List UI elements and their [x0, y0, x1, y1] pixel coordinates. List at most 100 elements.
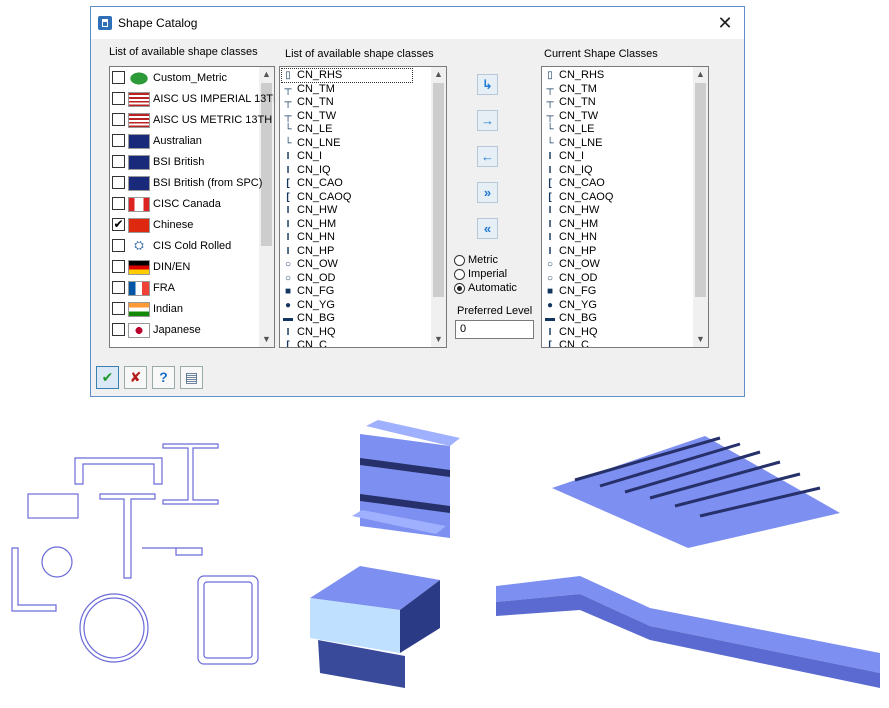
preferred-level-input[interactable]: 0: [455, 320, 534, 339]
available-item[interactable]: [CN_C: [282, 339, 327, 347]
catalog-checkbox[interactable]: [112, 92, 125, 105]
current-list-scrollbar[interactable]: ▲ ▼: [693, 67, 708, 347]
available-item[interactable]: ○ CN_OW: [282, 258, 338, 271]
available-item[interactable]: ○ CN_OD: [282, 272, 336, 285]
catalog-checkbox[interactable]: [112, 302, 125, 315]
catalog-list[interactable]: ▲ ▼ Custom_Metric AISC US IMPERIAL 13TH AI…: [109, 66, 275, 348]
available-item[interactable]: I CN_IQ: [282, 164, 331, 177]
available-item-label: CN_BG: [297, 312, 335, 324]
unit-radio-automatic[interactable]: [454, 283, 465, 294]
catalog-item[interactable]: BSI British (from SPC): [110, 173, 262, 194]
current-item[interactable]: ● CN_YG: [544, 299, 597, 312]
current-item[interactable]: I CN_HQ: [544, 326, 598, 339]
catalog-item[interactable]: AISC US IMPERIAL 13TH: [110, 89, 274, 110]
catalog-checkbox[interactable]: ✔: [112, 218, 125, 231]
round-bar-profile-outline: [41, 546, 73, 578]
current-item[interactable]: I CN_HW: [544, 204, 600, 217]
current-item[interactable]: I CN_HM: [544, 218, 599, 231]
add-selected-button[interactable]: ↳: [477, 74, 498, 95]
current-classes-list[interactable]: ▲ ▼ ▯ CN_RHS ┬ CN_TM ┬ CN_TN ┬ CN_TW └ CN_LE └ CN_L…: [541, 66, 709, 348]
current-item[interactable]: [CN_C: [544, 339, 589, 347]
available-item[interactable]: ┬ CN_TW: [282, 110, 336, 123]
catalog-item[interactable]: ⛭ CIS Cold Rolled: [110, 236, 258, 257]
remove-all-button[interactable]: «: [477, 218, 498, 239]
available-item[interactable]: I CN_HQ: [282, 326, 336, 339]
catalog-checkbox[interactable]: [112, 281, 125, 294]
available-item[interactable]: I CN_HW: [282, 204, 338, 217]
current-item[interactable]: ┬ CN_TM: [544, 83, 596, 96]
scroll-down-icon[interactable]: ▼: [693, 332, 708, 347]
available-item[interactable]: ▯ CN_RHS: [281, 68, 413, 83]
catalog-item[interactable]: Indian: [110, 299, 258, 320]
add-all-button[interactable]: »: [477, 182, 498, 203]
unit-radio-metric[interactable]: [454, 255, 465, 266]
available-item[interactable]: └ CN_LE: [282, 123, 332, 136]
scroll-up-icon[interactable]: ▲: [431, 67, 446, 82]
scroll-thumb[interactable]: [695, 83, 706, 297]
catalog-checkbox[interactable]: [112, 113, 125, 126]
catalog-item[interactable]: BSI British: [110, 152, 258, 173]
current-item[interactable]: I CN_HN: [544, 231, 597, 244]
current-item[interactable]: ▯ CN_RHS: [544, 69, 604, 82]
available-item[interactable]: ┬ CN_TN: [282, 96, 333, 109]
current-item[interactable]: I CN_HP: [544, 245, 597, 258]
catalog-checkbox[interactable]: [112, 197, 125, 210]
current-item[interactable]: ■ CN_FG: [544, 285, 596, 298]
current-item[interactable]: └ CN_LE: [544, 123, 594, 136]
available-item[interactable]: ▬ CN_BG: [282, 312, 335, 325]
current-item[interactable]: ○ CN_OD: [544, 272, 598, 285]
catalog-item-label: CIS Cold Rolled: [153, 240, 232, 252]
catalog-checkbox[interactable]: [112, 323, 125, 336]
available-item[interactable]: ● CN_YG: [282, 299, 335, 312]
ok-button[interactable]: ✔: [96, 366, 119, 389]
available-item[interactable]: ■ CN_FG: [282, 285, 334, 298]
close-icon[interactable]: ✕: [714, 12, 736, 34]
catalog-item[interactable]: FRA: [110, 278, 258, 299]
current-item[interactable]: [CN_CAO: [544, 177, 605, 190]
catalog-item[interactable]: DIN/EN: [110, 257, 258, 278]
current-item[interactable]: ▬ CN_BG: [544, 312, 597, 325]
available-item[interactable]: [CN_CAOQ: [282, 191, 351, 204]
scroll-up-icon[interactable]: ▲: [259, 67, 274, 82]
catalog-item[interactable]: AISC US METRIC 13TH: [110, 110, 272, 131]
unit-radio-imperial[interactable]: [454, 269, 465, 280]
add-button[interactable]: →: [477, 110, 498, 131]
catalog-item[interactable]: Custom_Metric: [110, 68, 258, 89]
current-item[interactable]: ○ CN_OW: [544, 258, 600, 271]
available-item[interactable]: I CN_HM: [282, 218, 337, 231]
catalog-checkbox[interactable]: [112, 71, 125, 84]
catalog-checkbox[interactable]: [112, 155, 125, 168]
catalog-item[interactable]: ✔ Chinese: [110, 215, 258, 236]
available-item[interactable]: I CN_I: [282, 150, 322, 163]
scroll-up-icon[interactable]: ▲: [693, 67, 708, 82]
catalog-checkbox[interactable]: [112, 260, 125, 273]
scroll-down-icon[interactable]: ▼: [259, 332, 274, 347]
available-item[interactable]: [CN_CAO: [282, 177, 343, 190]
help-button[interactable]: ?: [152, 366, 175, 389]
available-classes-list[interactable]: ▲ ▼ ▯ CN_RHS ┬ CN_TM ┬ CN_TN ┬ CN_TW └ CN_LE └ CN_L…: [279, 66, 447, 348]
ibeam-shape-icon: I: [286, 218, 290, 230]
cancel-button[interactable]: ✘: [124, 366, 147, 389]
available-item[interactable]: I CN_HP: [282, 245, 335, 258]
catalog-item[interactable]: Australian: [110, 131, 258, 152]
current-item[interactable]: I CN_IQ: [544, 164, 593, 177]
available-item[interactable]: ┬ CN_TM: [282, 83, 334, 96]
tee-profile-outline: [99, 493, 156, 579]
available-item[interactable]: └ CN_LNE: [282, 137, 340, 150]
current-item[interactable]: ┬ CN_TW: [544, 110, 598, 123]
remove-button[interactable]: ←: [477, 146, 498, 167]
scroll-down-icon[interactable]: ▼: [431, 332, 446, 347]
current-item[interactable]: ┬ CN_TN: [544, 96, 595, 109]
scroll-thumb[interactable]: [433, 83, 444, 297]
current-item[interactable]: [CN_CAOQ: [544, 191, 613, 204]
catalog-checkbox[interactable]: [112, 239, 125, 252]
catalog-item[interactable]: Japanese: [110, 320, 258, 341]
catalog-checkbox[interactable]: [112, 134, 125, 147]
current-item[interactable]: └ CN_LNE: [544, 137, 602, 150]
catalog-item[interactable]: CISC Canada: [110, 194, 258, 215]
available-item[interactable]: I CN_HN: [282, 231, 335, 244]
catalog-checkbox[interactable]: [112, 176, 125, 189]
current-item[interactable]: I CN_I: [544, 150, 584, 163]
available-list-scrollbar[interactable]: ▲ ▼: [431, 67, 446, 347]
export-button[interactable]: ▤: [180, 366, 203, 389]
